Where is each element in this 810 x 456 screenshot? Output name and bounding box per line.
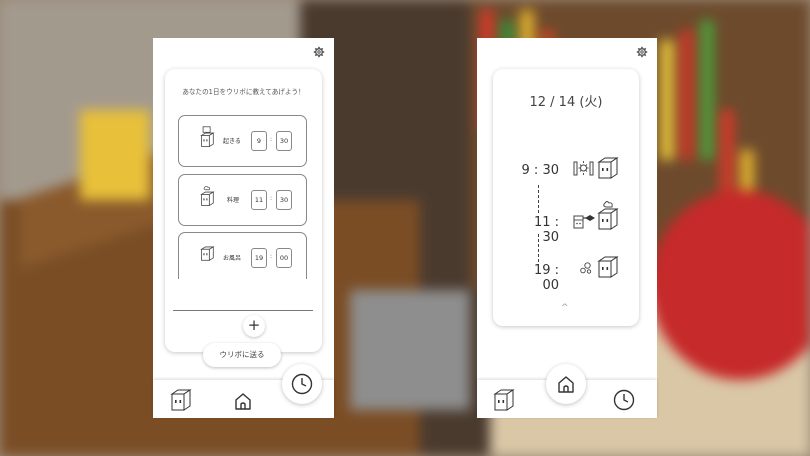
timeline-card: 12 / 14 (火) 9 : 30 11 : 30 19 : 00 ^	[493, 69, 639, 326]
settings-gear-icon[interactable]	[313, 46, 325, 58]
stove-icon	[573, 215, 595, 229]
schedule-item-cook[interactable]: 料理 11 : 30	[178, 174, 307, 226]
hour-input[interactable]: 9	[251, 131, 267, 151]
send-to-uribo-button[interactable]: ウリボに送る	[203, 343, 281, 367]
clock-icon	[291, 373, 313, 395]
clock-nav-button[interactable]	[282, 364, 322, 404]
date-label: 12 / 14 (火)	[529, 95, 603, 110]
home-nav-button[interactable]	[546, 364, 586, 404]
schedule-item-bath[interactable]: お風呂 19 : 00	[178, 232, 307, 279]
hour-input[interactable]: 19	[251, 248, 267, 268]
item-label: 料理	[227, 197, 240, 204]
intro-text: あなたの1日をウリボに教えてあげよう！	[182, 88, 305, 96]
character-alarm-icon	[200, 126, 215, 148]
item-label: お風呂	[223, 255, 242, 262]
home-icon[interactable]	[233, 391, 253, 411]
clock-icon[interactable]	[613, 389, 635, 411]
schedule-item-wake[interactable]: 起きる 9 : 30	[178, 115, 307, 167]
background-scene	[0, 0, 810, 456]
expand-chevron-icon[interactable]: ^	[561, 303, 569, 313]
time-label: 11 : 30	[533, 215, 559, 245]
time-colon: :	[270, 136, 273, 143]
item-label: 起きる	[223, 138, 241, 145]
schedule-card: あなたの1日をウリボに教えてあげよう！ 起きる 9 : 30 料理 11 : 3…	[165, 69, 322, 367]
character-icon	[597, 256, 619, 278]
add-item-button[interactable]: +	[243, 315, 265, 337]
character-icon	[200, 246, 215, 261]
sun-window-icon	[573, 161, 594, 176]
character-chef-icon	[200, 185, 215, 207]
character-nav-icon[interactable]	[170, 388, 192, 412]
schedule-editor-screen: あなたの1日をウリボに教えてあげよう！ 起きる 9 : 30 料理 11 : 3…	[153, 38, 334, 418]
character-chef-icon	[597, 201, 619, 230]
time-colon: :	[270, 195, 273, 202]
time-colon: :	[270, 253, 273, 260]
list-divider	[173, 310, 313, 311]
bubbles-icon	[580, 262, 592, 274]
hour-input[interactable]: 11	[251, 190, 267, 210]
daily-schedule-screen: 12 / 14 (火) 9 : 30 11 : 30 19 : 00 ^	[477, 38, 657, 418]
home-icon	[558, 376, 574, 393]
minute-input[interactable]: 30	[276, 190, 292, 210]
minute-input[interactable]: 30	[276, 131, 292, 151]
character-nav-icon[interactable]	[493, 388, 515, 412]
settings-gear-icon[interactable]	[636, 46, 648, 58]
timeline-connector	[538, 185, 539, 213]
character-icon	[597, 157, 619, 179]
time-label: 9 : 30	[521, 163, 559, 178]
minute-input[interactable]: 00	[276, 248, 292, 268]
time-label: 19 : 00	[533, 263, 559, 293]
